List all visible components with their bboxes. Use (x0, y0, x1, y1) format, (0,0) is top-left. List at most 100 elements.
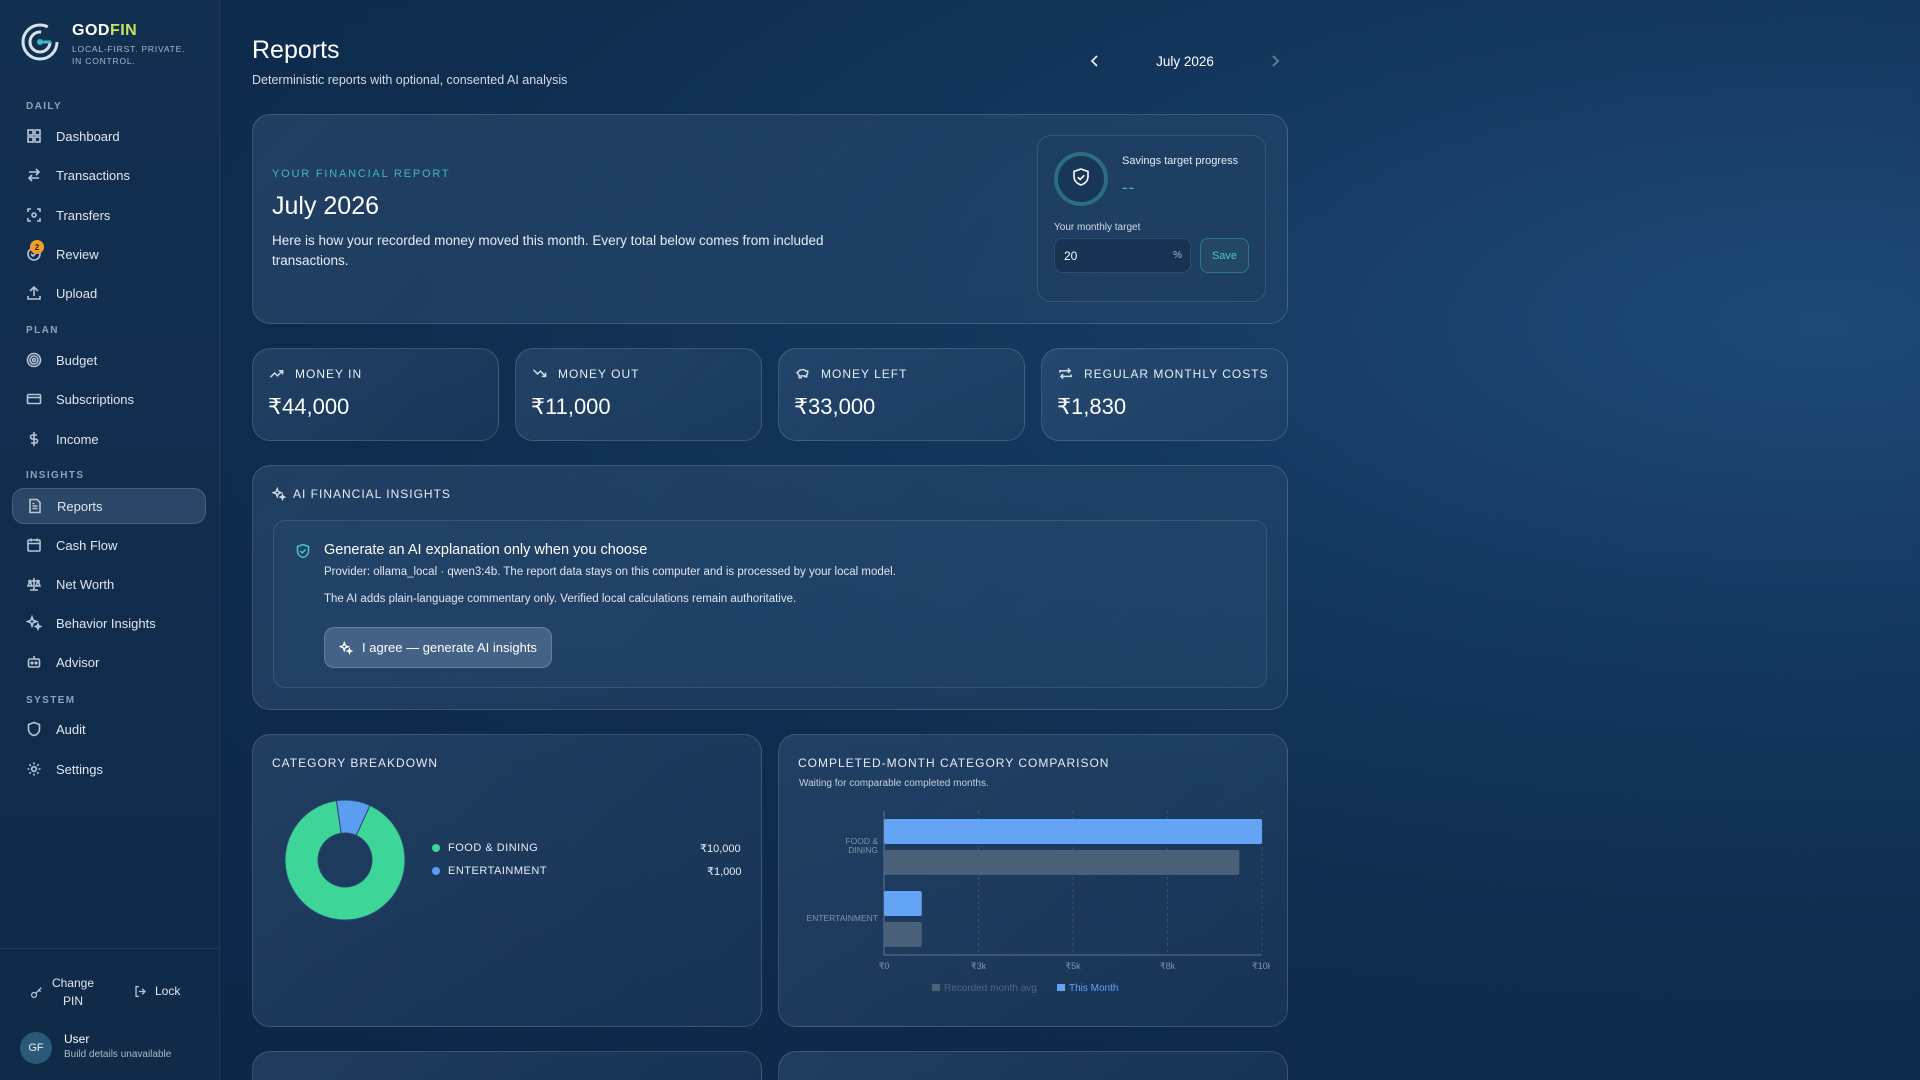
sidebar-item-behavior-insights[interactable]: Behavior Insights (12, 605, 206, 641)
chevron-right-icon[interactable] (1268, 54, 1282, 68)
sparkle-icon (272, 487, 286, 501)
category-breakdown-heading: CATEGORY BREAKDOWN (272, 756, 439, 770)
dollar-icon (26, 431, 42, 447)
hero-description: Here is how your recorded money moved th… (272, 233, 824, 268)
ai-insights-heading: AI FINANCIAL INSIGHTS (293, 487, 451, 501)
stat-money-out-value: ₹11,000 (531, 394, 611, 419)
stat-label: REGULAR MONTHLY COSTS (1084, 366, 1269, 381)
stat-regular-costs-header: REGULAR MONTHLY COSTS (1058, 366, 1269, 381)
nav-section-plan: PLAN (26, 325, 59, 336)
sidebar-item-label: Income (56, 431, 99, 447)
save-target-button[interactable]: Save (1200, 238, 1249, 273)
arrows-icon (26, 167, 42, 183)
category-comparison-chart: ₹0 ₹3k ₹5k ₹8k ₹10k FOOD & DINING ENTERTAINMENT… (807, 811, 1270, 994)
calendar-icon (26, 537, 42, 553)
sidebar-item-label: Transactions (56, 167, 130, 183)
legend-label: ENTERTAINMENT (448, 865, 547, 877)
ai-provider-line: Provider: ollama_local · qwen3:4b. The r… (324, 566, 896, 578)
legend-amount: ₹1,000 (707, 866, 742, 878)
grid-icon (26, 128, 42, 144)
sidebar-item-income[interactable]: Income (12, 421, 206, 457)
scale-icon (26, 576, 42, 592)
chevron-left-icon[interactable] (1088, 54, 1102, 68)
sidebar-item-cash-flow[interactable]: Cash Flow (12, 527, 206, 563)
godfin-logo (21, 23, 59, 61)
key-icon (30, 986, 42, 998)
sparkle-icon (26, 615, 42, 631)
change-pin-label: Change PIN (51, 976, 95, 1008)
trend-down-icon (532, 369, 547, 378)
legend-label[interactable]: Recorded month avg (944, 983, 1037, 994)
category-comparison-heading: COMPLETED-MONTH CATEGORY COMPARISON (798, 756, 1110, 770)
sidebar-item-transfers[interactable]: Transfers (12, 197, 206, 233)
sidebar-item-label: Budget (56, 352, 98, 368)
x-tick-label: ₹3k (971, 961, 987, 971)
sidebar-item-label: Net Worth (56, 576, 115, 592)
legend-amount: ₹10,000 (700, 843, 741, 855)
sidebar: GODFIN LOCAL-FIRST. PRIVATE. IN CONTROL.… (0, 0, 220, 1080)
sidebar-item-dashboard[interactable]: Dashboard (12, 118, 206, 154)
stat-money-in-header: MONEY IN (269, 366, 362, 381)
gear-icon (26, 761, 42, 777)
sidebar-item-label: Subscriptions (56, 391, 135, 407)
sidebar-item-upload[interactable]: Upload (12, 275, 206, 311)
sidebar-item-reports[interactable]: Reports (12, 488, 206, 524)
lock-label: Lock (155, 984, 181, 998)
sidebar-item-subscriptions[interactable]: Subscriptions (12, 381, 206, 417)
sidebar-item-label: Transfers (56, 207, 111, 223)
sidebar-item-settings[interactable]: Settings (12, 751, 206, 787)
bar-1-1 (884, 922, 922, 947)
generate-ai-insights-label: I agree — generate AI insights (362, 640, 537, 655)
review-icon: 2 (26, 240, 44, 262)
review-count-badge: 2 (30, 240, 44, 254)
bar-0-1 (884, 891, 922, 916)
change-pin-button[interactable]: Change PIN (30, 974, 95, 1010)
month-navigator: July 2026 (1088, 50, 1282, 72)
legend-item-entertainment: ENTERTAINMENT (432, 865, 547, 877)
document-icon (27, 498, 43, 514)
sidebar-item-net-worth[interactable]: Net Worth (12, 566, 206, 602)
x-tick-label: ₹5k (1065, 961, 1081, 971)
build-details: Build details unavailable (64, 1049, 172, 1060)
month-label: July 2026 (1156, 53, 1214, 69)
sidebar-item-label: Upload (56, 285, 98, 301)
brand-tagline: LOCAL-FIRST. PRIVATE. IN CONTROL. (72, 44, 186, 66)
nav-section-insights: INSIGHTS (26, 470, 85, 481)
sidebar-item-transactions[interactable]: Transactions (12, 157, 206, 193)
y-category-label: ENTERTAINMENT (807, 913, 878, 923)
sidebar-item-label: Settings (56, 761, 103, 777)
category-comparison-subtitle: Waiting for comparable completed months. (799, 778, 989, 789)
legend-label[interactable]: This Month (1069, 983, 1118, 994)
sidebar-item-review[interactable]: 2 Review (12, 236, 206, 272)
category-donut-chart (284, 799, 406, 921)
generate-ai-insights-button[interactable]: I agree — generate AI insights (324, 627, 552, 668)
stat-money-in-value: ₹44,000 (268, 394, 350, 419)
x-tick-label: ₹0 (879, 961, 890, 971)
piggy-icon (795, 368, 809, 379)
sidebar-item-label: Behavior Insights (56, 615, 156, 631)
lock-button[interactable]: Lock (134, 984, 180, 998)
ai-consent-title: Generate an AI explanation only when you… (324, 542, 648, 558)
stat-label: MONEY OUT (558, 366, 640, 381)
sidebar-item-label: Advisor (56, 654, 100, 670)
sidebar-item-audit[interactable]: Audit (12, 711, 206, 747)
sidebar-item-label: Dashboard (56, 128, 120, 144)
legend-swatch (1057, 984, 1065, 991)
brand-name: GODFIN (72, 22, 138, 39)
sidebar-item-budget[interactable]: Budget (12, 342, 206, 378)
avatar[interactable]: GF (20, 1032, 52, 1064)
stat-label: MONEY IN (295, 366, 363, 381)
legend-dot (432, 844, 440, 852)
sparkle-icon (339, 640, 354, 655)
monthly-target-value: 20 (1064, 248, 1078, 263)
transfer-icon (26, 207, 42, 223)
monthly-target-input[interactable]: 20 % (1054, 238, 1191, 273)
sidebar-item-label: Review (56, 246, 99, 262)
sidebar-item-advisor[interactable]: Advisor (12, 644, 206, 680)
nav-section-system: SYSTEM (26, 695, 76, 706)
x-tick-label: ₹10k (1252, 961, 1270, 971)
legend-dot (432, 867, 440, 875)
target-icon (26, 352, 42, 368)
ai-note-line: The AI adds plain-language commentary on… (324, 593, 797, 605)
bar-0-0 (884, 819, 1262, 844)
